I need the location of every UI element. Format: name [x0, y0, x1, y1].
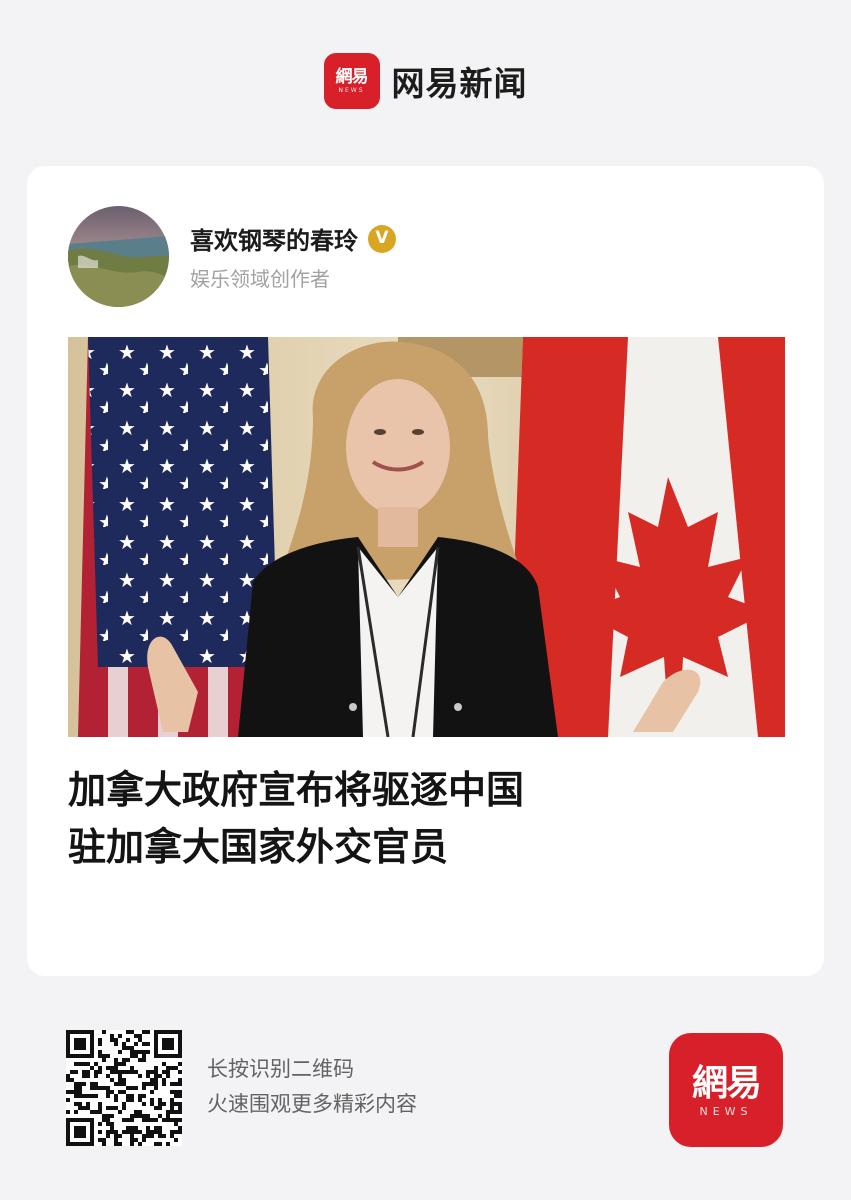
headline-line-2: 驻加拿大国家外交官员 — [68, 825, 449, 869]
author-name-row: 喜欢钢琴的春玲 V — [190, 221, 396, 256]
author-name[interactable]: 喜欢钢琴的春玲 — [190, 221, 358, 256]
netease-footer-logo-icon: 網易 NEWS — [669, 1033, 783, 1147]
author-header[interactable]: 喜欢钢琴的春玲 V 娱乐领域创作者 — [68, 206, 396, 307]
article-image[interactable]: ★ ★ — [68, 337, 785, 737]
app-header: 網易 NEWS 网易新闻 — [0, 51, 851, 111]
article-card[interactable]: 喜欢钢琴的春玲 V 娱乐领域创作者 ★ ★ — [27, 166, 824, 976]
article-headline[interactable]: 加拿大政府宣布将驱逐中国 驻加拿大国家外交官员 — [68, 762, 788, 876]
headline-line-1: 加拿大政府宣布将驱逐中国 — [68, 768, 525, 812]
verified-icon: V — [368, 224, 396, 253]
app-title: 网易新闻 — [391, 64, 528, 103]
qr-code-icon[interactable] — [66, 1030, 182, 1146]
qr-line-1: 长按识别二维码 — [207, 1057, 354, 1081]
author-avatar[interactable] — [68, 206, 169, 307]
author-role: 娱乐领域创作者 — [190, 267, 330, 291]
qr-instructions: 长按识别二维码 火速围观更多精彩内容 — [207, 1052, 417, 1122]
qr-line-2: 火速围观更多精彩内容 — [207, 1092, 417, 1116]
author-info: 喜欢钢琴的春玲 V 娱乐领域创作者 — [190, 221, 396, 292]
netease-logo-icon: 網易 NEWS — [323, 53, 380, 109]
